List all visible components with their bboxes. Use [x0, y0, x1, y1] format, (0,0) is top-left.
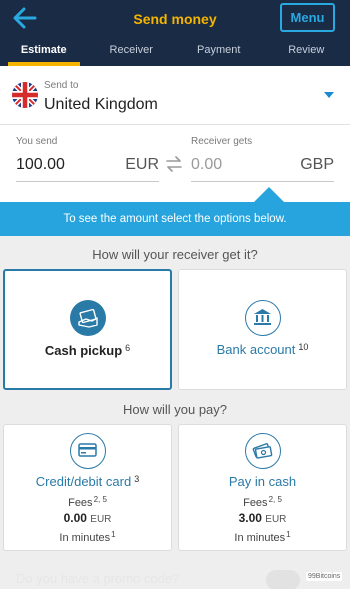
send-amount-value: 100.00	[16, 156, 65, 173]
chevron-down-icon	[324, 92, 334, 98]
cash-payment-label: Pay in cash	[228, 474, 297, 489]
receiver-gets-label: Receiver gets	[191, 136, 253, 147]
send-to-label: Send to	[44, 80, 79, 91]
tab-receiver[interactable]: Receiver	[88, 38, 176, 66]
promo-toggle[interactable]	[266, 570, 300, 589]
bank-icon	[244, 300, 281, 336]
cash-payment-option[interactable]: Pay in cash Fees2, 5 3.00 EUR In minutes…	[178, 424, 347, 551]
info-banner: To see the amount select the options bel…	[0, 202, 350, 236]
cash-pickup-label: Cash pickup 6	[44, 343, 131, 358]
send-currency: EUR	[125, 156, 159, 173]
menu-button[interactable]: Menu	[280, 3, 335, 32]
card-payment-label: Credit/debit card 3	[35, 474, 140, 489]
send-amount-input[interactable]: 100.00 EUR	[16, 152, 159, 182]
swap-arrows-icon[interactable]	[165, 156, 183, 172]
receive-method-title: How will your receiver get it?	[92, 247, 258, 262]
uk-flag-icon	[12, 82, 38, 108]
country-select[interactable]: Send to United Kingdom	[0, 66, 350, 124]
step-tabs: Estimate Receiver Payment Review	[0, 38, 350, 66]
card-payment-option[interactable]: Credit/debit card 3 Fees2, 5 0.00 EUR In …	[3, 424, 172, 551]
app-header: Send money Menu Estimate Receiver Paymen…	[0, 0, 350, 66]
divider	[0, 124, 350, 125]
pay-method-title: How will you pay?	[122, 402, 228, 417]
cash-pickup-option[interactable]: Cash pickup 6	[3, 269, 172, 390]
receive-currency: GBP	[300, 156, 334, 173]
receive-amount-input[interactable]: 0.00 GBP	[191, 152, 334, 182]
card-fees-label: Fees2, 5	[68, 495, 107, 509]
tab-estimate[interactable]: Estimate	[0, 38, 88, 66]
bank-account-label: Bank account 10	[216, 342, 309, 357]
cash-delivery-time: In minutes1	[234, 530, 291, 544]
cash-fee-amount: 3.00 EUR	[238, 511, 287, 525]
country-name: United Kingdom	[44, 96, 158, 113]
credit-card-icon	[69, 433, 106, 469]
cash-fees-label: Fees2, 5	[243, 495, 282, 509]
tab-payment[interactable]: Payment	[175, 38, 263, 66]
card-delivery-time: In minutes1	[59, 530, 116, 544]
bank-account-option[interactable]: Bank account 10	[178, 269, 347, 390]
cash-pickup-icon	[69, 300, 106, 336]
banner-pointer	[254, 187, 284, 202]
promo-code-label: Do you have a promo code?	[16, 571, 180, 586]
cash-notes-icon	[244, 433, 281, 469]
card-fee-amount: 0.00 EUR	[63, 511, 112, 525]
receive-amount-placeholder: 0.00	[191, 156, 223, 173]
you-send-label: You send	[16, 136, 58, 147]
watermark: 99Bitcoins	[306, 572, 343, 581]
tab-review[interactable]: Review	[263, 38, 350, 66]
